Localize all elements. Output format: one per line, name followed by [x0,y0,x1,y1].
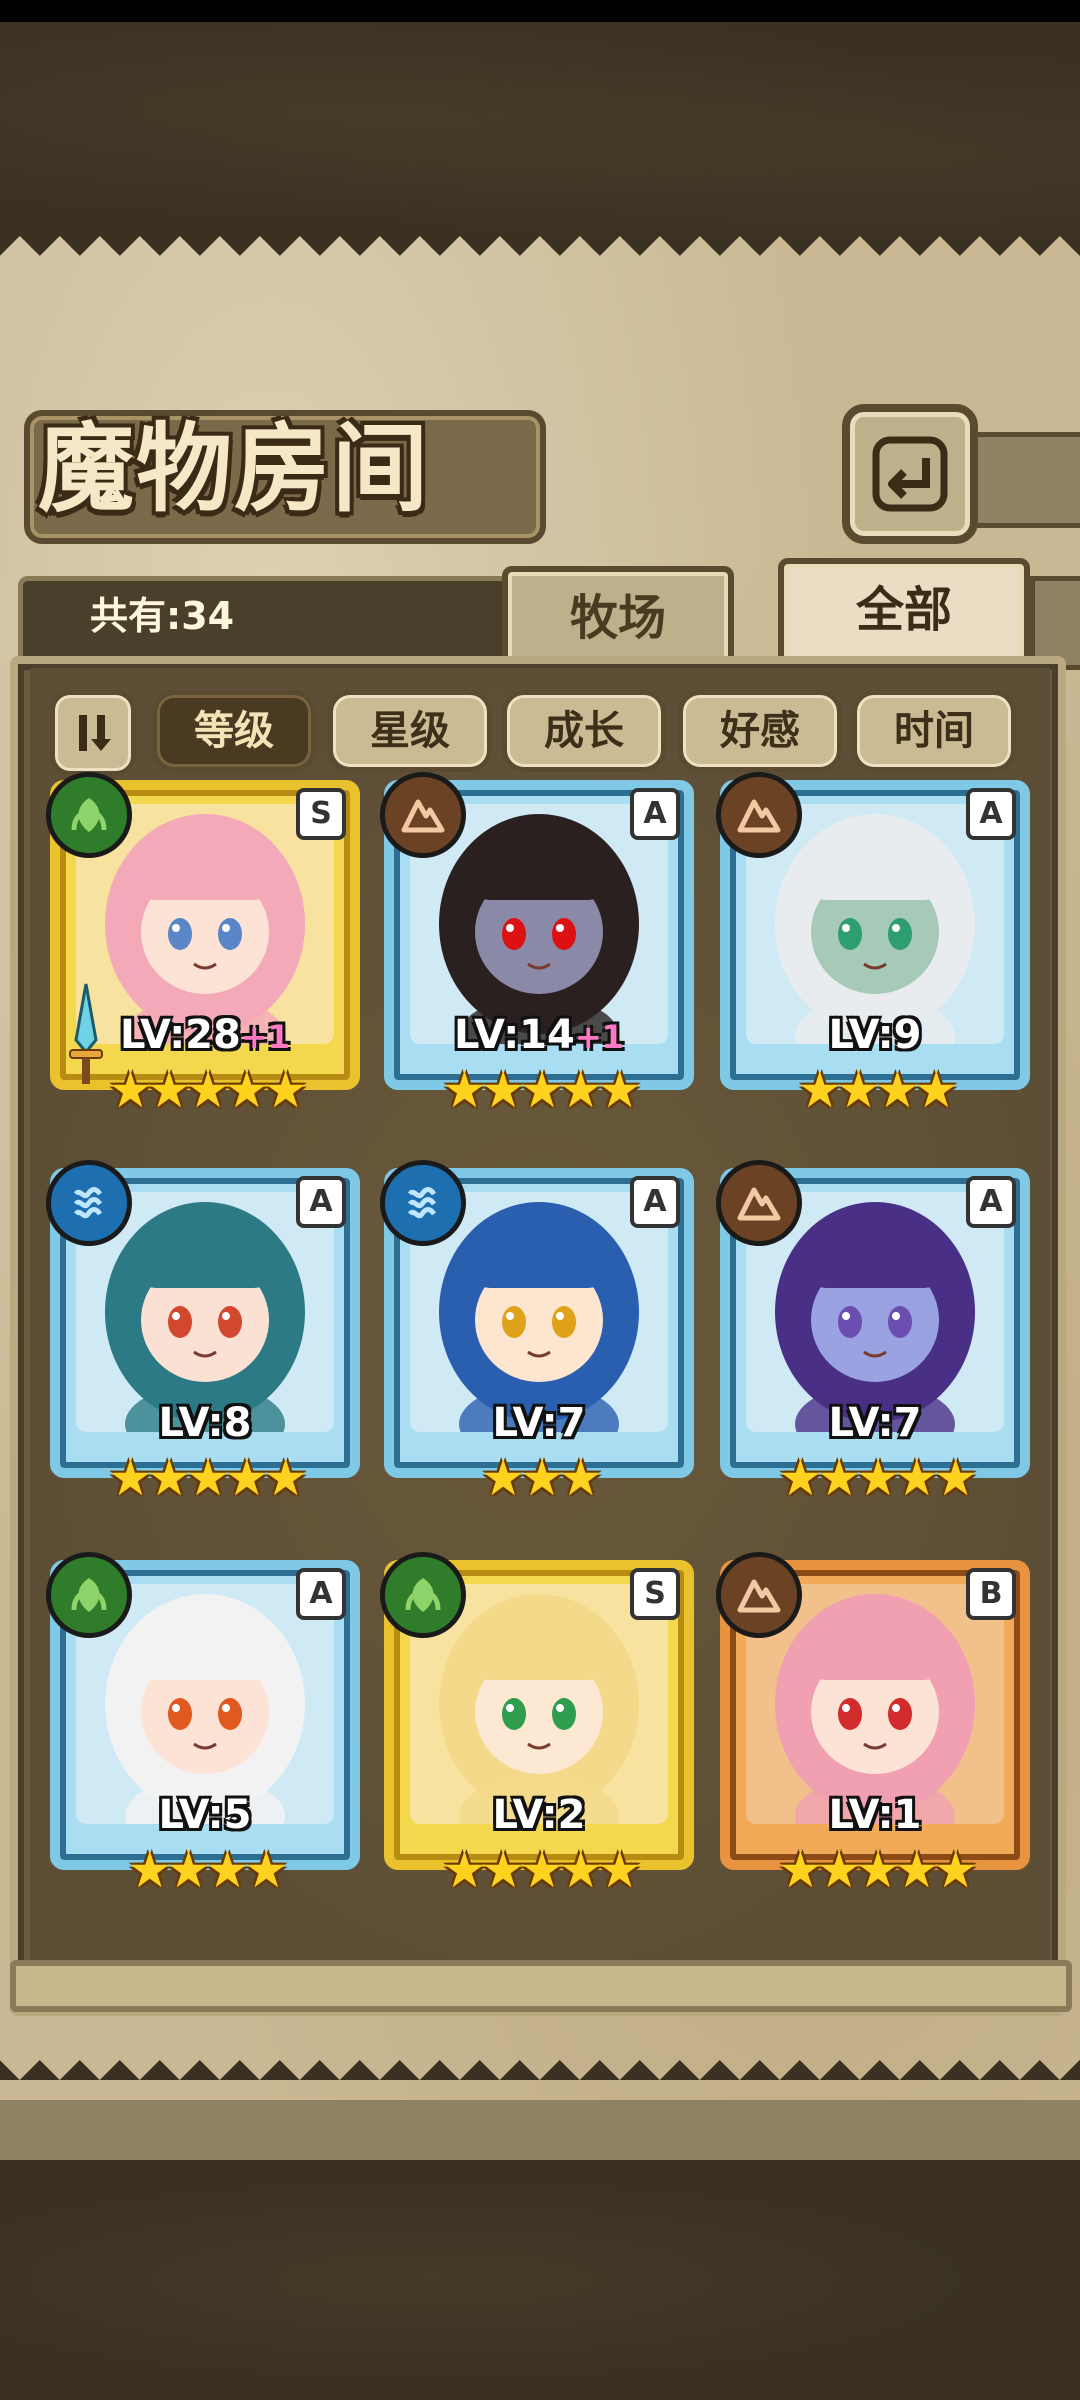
leaf-icon [380,1552,466,1638]
earth-icon [716,1552,802,1638]
rank-badge: A [630,1176,680,1228]
leaf-icon [46,772,132,858]
level-bonus: +1 [574,1018,624,1056]
level-text: LV:8 [158,1400,252,1446]
earth-icon [716,772,802,858]
earth-icon [716,1160,802,1246]
status-bar [0,0,1080,22]
level-text: LV:1 [828,1792,922,1838]
sort-level-button[interactable]: 等级 [152,690,316,772]
rank-badge: A [630,788,680,840]
map-background-top [0,22,1080,240]
level-text: LV:5 [158,1792,252,1838]
star-rating: ★★★★★ [777,1449,978,1507]
sort-star-button[interactable]: 星级 [328,690,492,772]
sort-order-icon [79,715,111,751]
water-icon [46,1160,132,1246]
level-text: LV:2 [492,1792,586,1838]
star-rating: ★★★★★ [441,1061,642,1119]
sort-time-button[interactable]: 时间 [852,690,1016,772]
monster-level: LV:7 [384,1400,694,1446]
rank-badge: S [296,788,346,840]
monster-level: LV:14+1 [384,1012,694,1058]
monster-card[interactable]: S LV:28+1 ★★★★★ [46,772,360,1118]
rank-badge: S [630,1568,680,1620]
monster-level: LV:28+1 [50,1012,360,1058]
back-button[interactable] [842,404,978,544]
monster-level: LV:5 [50,1792,360,1838]
monster-card[interactable]: A LV:7 ★★★ [380,1160,694,1506]
monster-level: LV:2 [384,1792,694,1838]
torn-edge-top [0,236,1080,276]
water-icon [380,1160,466,1246]
tab-all[interactable]: 全部 [778,558,1030,670]
sort-growth-button[interactable]: 成长 [502,690,666,772]
star-rating: ★★★★★ [107,1449,308,1507]
bottom-band [0,2100,1080,2160]
level-text: LV:14 [454,1012,575,1058]
rank-badge: A [296,1568,346,1620]
rank-badge: B [966,1568,1016,1620]
star-rating: ★★★★ [127,1841,288,1899]
rank-badge: A [296,1176,346,1228]
level-text: LV:9 [828,1012,922,1058]
monster-level: LV:1 [720,1792,1030,1838]
monster-card[interactable]: S LV:2 ★★★★★ [380,1552,694,1898]
earth-icon [380,772,466,858]
monster-card[interactable]: A LV:5 ★★★★ [46,1552,360,1898]
map-background-bottom [0,2160,1080,2400]
monster-card[interactable]: B LV:1 ★★★★★ [716,1552,1030,1898]
level-text: LV:7 [828,1400,922,1446]
monster-card[interactable]: A LV:14+1 ★★★★★ [380,772,694,1118]
monster-card[interactable]: A LV:7 ★★★★★ [716,1160,1030,1506]
monster-level: LV:8 [50,1400,360,1446]
star-rating: ★★★★★ [441,1841,642,1899]
level-text: LV:28 [120,1012,241,1058]
rank-badge: A [966,1176,1016,1228]
page-title: 魔物房间 [38,412,430,525]
sort-affection-button[interactable]: 好感 [678,690,842,772]
star-rating: ★★★ [480,1449,603,1507]
monster-level: LV:9 [720,1012,1030,1058]
leaf-icon [46,1552,132,1638]
tab-ranch[interactable]: 牧场 [502,566,734,670]
monster-card[interactable]: A LV:8 ★★★★★ [46,1160,360,1506]
level-text: LV:7 [492,1400,586,1446]
monster-card[interactable]: A LV:9 ★★★★ [716,772,1030,1118]
panel-bottom-edge [10,1960,1072,2012]
star-rating: ★★★★ [797,1061,958,1119]
sort-order-toggle[interactable] [50,690,136,776]
star-rating: ★★★★★ [777,1841,978,1899]
back-arrow-icon [872,436,948,512]
back-rail [960,432,1080,528]
rank-badge: A [966,788,1016,840]
level-bonus: +1 [240,1018,290,1056]
monster-level: LV:7 [720,1400,1030,1446]
monster-count: 共有:34 [90,594,235,638]
torn-edge-bottom [0,2060,1080,2100]
star-rating: ★★★★★ [107,1061,308,1119]
